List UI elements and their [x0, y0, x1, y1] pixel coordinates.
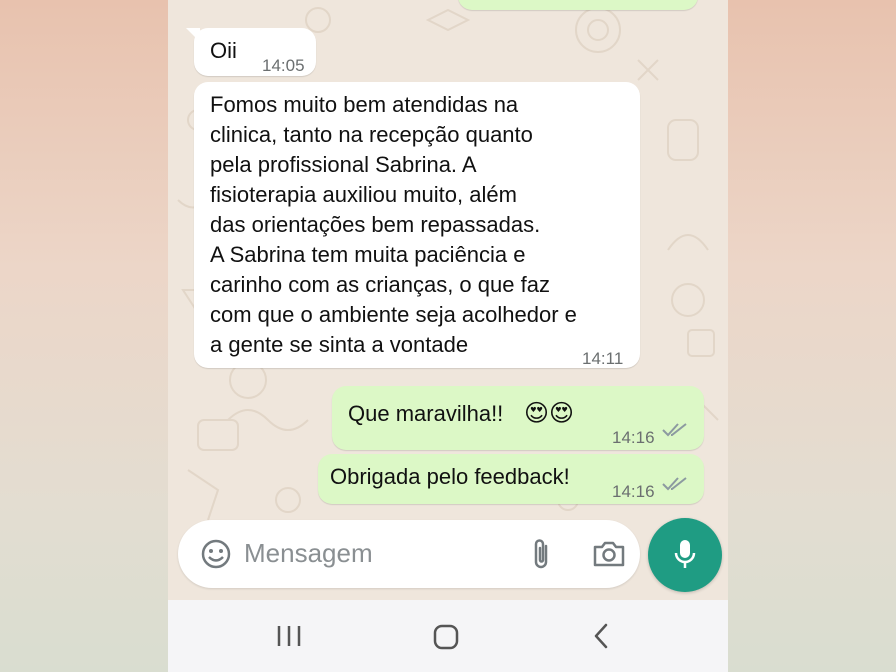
- camera-icon[interactable]: [592, 540, 626, 568]
- message-time: 14:16: [612, 482, 655, 501]
- message-text: Que maravilha!!: [348, 401, 504, 426]
- message-input[interactable]: Mensagem: [244, 538, 373, 569]
- message-bubble-outgoing[interactable]: Obrigada pelo feedback! 14:16: [318, 454, 704, 504]
- heart-eyes-emoji: 😍😍: [524, 399, 575, 427]
- mic-button[interactable]: [648, 518, 722, 592]
- emoji-icon[interactable]: [200, 538, 232, 570]
- message-bubble-cutoff: [458, 0, 698, 10]
- message-text: Oii: [210, 38, 237, 63]
- message-bubble-incoming[interactable]: Fomos muito bem atendidas na clinica, ta…: [194, 82, 640, 368]
- bubble-tail: [186, 28, 200, 42]
- message-bubble-outgoing[interactable]: Que maravilha!! 😍😍 14:16: [332, 386, 704, 450]
- home-icon[interactable]: [432, 624, 460, 650]
- mic-icon: [674, 540, 696, 568]
- message-time: 14:16: [612, 428, 655, 447]
- message-bubble-incoming[interactable]: Oii 14:05: [186, 28, 316, 76]
- read-ticks-icon: [662, 477, 687, 491]
- message-text: Fomos muito bem atendidas na clinica, ta…: [210, 92, 577, 357]
- read-ticks-icon: [662, 423, 687, 437]
- message-text: Obrigada pelo feedback!: [330, 464, 570, 489]
- chat-screen: Oii 14:05 Fomos muito bem atendidas na c…: [168, 0, 728, 672]
- message-composer: Mensagem: [178, 520, 640, 588]
- attach-icon[interactable]: [528, 536, 554, 572]
- back-icon[interactable]: [592, 622, 610, 650]
- system-nav-bar: [168, 600, 728, 672]
- message-time: 14:11: [582, 349, 624, 368]
- message-time: 14:05: [262, 56, 305, 75]
- recent-apps-icon[interactable]: [276, 624, 302, 648]
